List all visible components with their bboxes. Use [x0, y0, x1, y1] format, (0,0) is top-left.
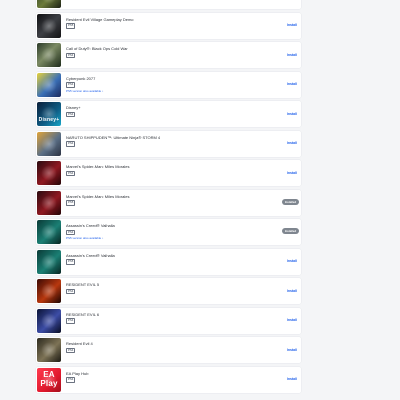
platform-badge: PS4 — [66, 82, 76, 88]
install-button[interactable]: Install — [287, 82, 297, 86]
game-row[interactable]: NARUTO SHIPPUDEN™: Ultimate Ninja® STORM… — [36, 130, 301, 157]
install-button[interactable]: Install — [287, 53, 297, 57]
cover-logo-text: EA Play — [40, 369, 58, 388]
game-cover-image — [37, 0, 61, 8]
game-cover-image — [37, 131, 61, 156]
install-button[interactable]: Install — [287, 171, 297, 175]
game-title: NARUTO SHIPPUDEN™: Ultimate Ninja® STORM… — [66, 134, 161, 140]
other-version-link[interactable]: PS5 version also available ↓ — [66, 89, 104, 93]
game-row[interactable]: Resident Evil Village Gameplay Demo PS5 In… — [36, 12, 301, 39]
install-button[interactable]: Install — [287, 318, 297, 322]
cover-logo-text: Disney+ — [38, 117, 60, 123]
cover-art-shape — [41, 0, 57, 4]
game-cover-image — [37, 43, 61, 67]
game-row[interactable]: Resident Evil 4 PS4 Install — [36, 337, 301, 363]
game-cover-image: EA Play — [37, 367, 61, 392]
platform-badge: PS5 — [66, 23, 76, 29]
game-title: Marvel's Spider-Man: Miles Morales — [66, 193, 130, 199]
game-title: Call of Duty®: Black Ops Cold War — [66, 46, 128, 51]
installed-status-pill: Installed — [282, 228, 299, 234]
platform-badge: PS5 — [66, 200, 76, 206]
game-row[interactable]: Marvel's Spider-Man: Miles Morales PS5 Ins… — [36, 189, 301, 216]
game-title: Disney+ — [66, 105, 81, 110]
game-title: Resident Evil 4 — [66, 341, 93, 346]
platform-badge: PS4 — [66, 170, 76, 176]
game-title: RESIDENT EVIL 6 — [66, 311, 100, 317]
game-row[interactable]: Navigator Road ClassicsPS5Install — [36, 0, 301, 9]
install-button[interactable]: Install — [287, 141, 297, 145]
platform-badge: PS4 — [66, 111, 76, 117]
game-row[interactable]: EA Play EA Play Hub PS4 Install — [36, 366, 301, 393]
platform-badge: PS4 — [66, 347, 76, 353]
cover-art-shape — [41, 194, 57, 211]
game-cover-image — [37, 220, 61, 244]
cover-art-shape — [41, 312, 57, 329]
game-cover-image — [37, 161, 61, 185]
cover-art-shape — [41, 135, 57, 152]
game-row[interactable]: Assassin's Creed® Valhalla PS4 PS5 version… — [36, 219, 301, 245]
game-row[interactable]: RESIDENT EVIL 5 PS4 Install — [36, 278, 301, 304]
game-title: EA Play Hub — [66, 370, 89, 376]
cover-art-shape — [41, 342, 57, 358]
game-row[interactable]: Disney+ Disney+ PS4 Install — [36, 101, 301, 127]
game-cover-image — [37, 72, 61, 97]
install-button[interactable]: Install — [287, 259, 297, 263]
game-cover-image — [37, 279, 61, 303]
platform-badge: PS5 — [66, 259, 76, 265]
game-cover-image — [37, 13, 61, 38]
cover-art-shape — [41, 76, 57, 93]
game-row[interactable]: Marvel's Spider-Man: Miles Morales PS4 Ins… — [36, 160, 301, 186]
game-row[interactable]: Assassin's Creed® Valhalla PS5 Install — [36, 248, 301, 275]
install-button[interactable]: Install — [287, 23, 297, 27]
game-title: Marvel's Spider-Man: Miles Morales — [66, 164, 130, 169]
game-title: Assassin's Creed® Valhalla — [66, 252, 115, 258]
cover-art-shape — [41, 17, 57, 34]
game-title: RESIDENT EVIL 5 — [66, 282, 100, 287]
platform-badge: PS4 — [66, 141, 76, 147]
cover-art-shape — [41, 165, 57, 181]
install-button[interactable]: Install — [287, 348, 297, 352]
cover-art-shape — [41, 224, 57, 240]
platform-badge: PS4 — [66, 377, 76, 383]
cover-art-shape — [41, 47, 57, 63]
game-title: Assassin's Creed® Valhalla — [66, 223, 115, 228]
other-version-link[interactable]: PS5 version also available ↓ — [66, 236, 104, 240]
game-cover-image: Disney+ — [37, 102, 61, 126]
cover-art-shape — [41, 253, 57, 270]
game-row[interactable]: Call of Duty®: Black Ops Cold War PS4 Inst… — [36, 42, 301, 68]
game-row[interactable]: Cyberpunk 2077 PS4 PS5 version also availa… — [36, 71, 301, 98]
game-cover-image — [37, 338, 61, 362]
game-title: Cyberpunk 2077 — [66, 75, 96, 81]
platform-badge: PS4 — [66, 52, 76, 58]
install-button[interactable]: Install — [287, 112, 297, 116]
game-library-list: Navigator Road ClassicsPS5Install Residen… — [36, 0, 301, 396]
game-cover-image — [37, 190, 61, 215]
game-cover-image — [37, 308, 61, 333]
cover-art-shape — [41, 283, 57, 299]
platform-badge: PS4 — [66, 229, 76, 235]
game-cover-image — [37, 249, 61, 274]
game-title: Resident Evil Village Gameplay Demo — [66, 16, 134, 22]
install-button[interactable]: Install — [287, 377, 297, 381]
platform-badge: PS4 — [66, 318, 76, 324]
game-row[interactable]: RESIDENT EVIL 6 PS4 Install — [36, 307, 301, 334]
install-button[interactable]: Install — [287, 289, 297, 293]
installed-status-pill: Installed — [282, 198, 299, 205]
platform-badge: PS4 — [66, 288, 76, 294]
